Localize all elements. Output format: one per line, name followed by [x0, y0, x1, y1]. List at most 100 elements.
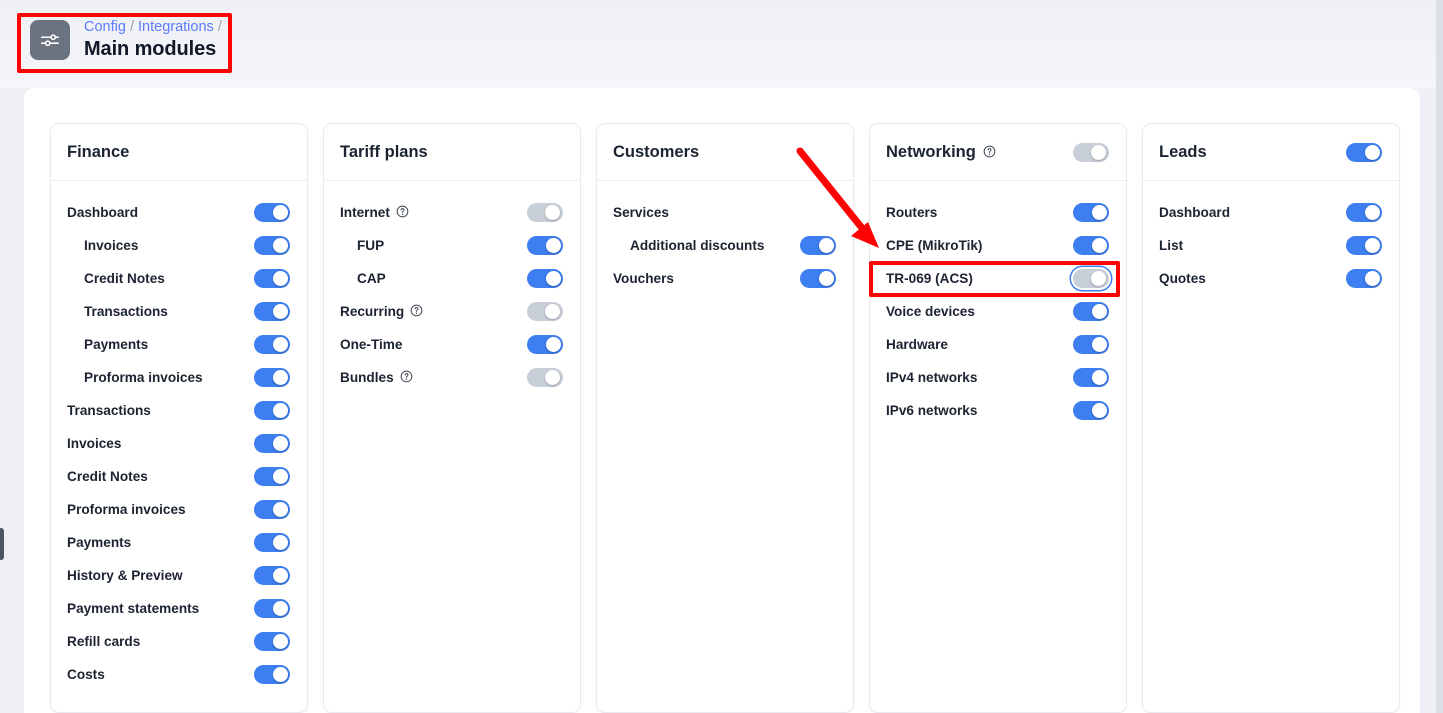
toggle-cap[interactable]: [527, 269, 563, 288]
module-row-payments[interactable]: Payments: [67, 328, 290, 361]
toggle-ipv6-networks[interactable]: [1073, 401, 1109, 420]
breadcrumb-header[interactable]: Config / Integrations / Main modules: [20, 13, 238, 67]
toggle-transactions[interactable]: [254, 401, 290, 420]
toggle-ipv4-networks[interactable]: [1073, 368, 1109, 387]
page-scrollbar-track[interactable]: [1436, 0, 1443, 713]
module-row-ipv6-networks[interactable]: IPv6 networks: [886, 394, 1109, 427]
module-row-history-preview[interactable]: History & Preview: [67, 559, 290, 592]
module-row-proforma-invoices[interactable]: Proforma invoices: [67, 493, 290, 526]
toggle-quotes[interactable]: [1346, 269, 1382, 288]
module-row-label: FUP: [357, 238, 384, 253]
module-row-dashboard[interactable]: Dashboard: [67, 196, 290, 229]
module-row-cap[interactable]: CAP: [340, 262, 563, 295]
module-row-text: Invoices: [84, 238, 139, 253]
module-row-label: Payments: [67, 535, 131, 550]
module-row-cpe-mikrotik[interactable]: CPE (MikroTik): [886, 229, 1109, 262]
toggle-knob: [273, 271, 288, 286]
module-row-label: Transactions: [67, 403, 151, 418]
module-row-additional-discounts[interactable]: Additional discounts: [613, 229, 836, 262]
module-row-vouchers[interactable]: Vouchers: [613, 262, 836, 295]
module-row-proforma-invoices[interactable]: Proforma invoices: [67, 361, 290, 394]
toggle-recurring[interactable]: [527, 302, 563, 321]
toggle-knob: [1091, 144, 1106, 160]
module-row-transactions[interactable]: Transactions: [67, 295, 290, 328]
toggle-credit-notes[interactable]: [254, 269, 290, 288]
toggle-history-preview[interactable]: [254, 566, 290, 585]
help-circle-icon[interactable]: [396, 205, 409, 218]
module-row-routers[interactable]: Routers: [886, 196, 1109, 229]
toggle-routers[interactable]: [1073, 203, 1109, 222]
module-row-label: Routers: [886, 205, 937, 220]
toggle-knob: [273, 205, 288, 220]
module-row-ipv4-networks[interactable]: IPv4 networks: [886, 361, 1109, 394]
module-row-voice-devices[interactable]: Voice devices: [886, 295, 1109, 328]
toggle-knob: [545, 370, 560, 385]
page-scrollbar-thumb[interactable]: [1436, 0, 1443, 713]
toggle-refill-cards[interactable]: [254, 632, 290, 651]
toggle-transactions[interactable]: [254, 302, 290, 321]
card-toggle-leads[interactable]: [1346, 142, 1382, 162]
toggle-cpe-mikrotik[interactable]: [1073, 236, 1109, 255]
toggle-invoices[interactable]: [254, 236, 290, 255]
module-row-one-time[interactable]: One-Time: [340, 328, 563, 361]
module-row-hardware[interactable]: Hardware: [886, 328, 1109, 361]
module-row-payments[interactable]: Payments: [67, 526, 290, 559]
toggle-proforma-invoices[interactable]: [254, 500, 290, 519]
module-row-text: FUP: [357, 238, 385, 253]
module-row-text: Routers: [886, 205, 938, 220]
toggle-knob: [545, 205, 560, 220]
module-row-dashboard[interactable]: Dashboard: [1159, 196, 1382, 229]
module-row-invoices[interactable]: Invoices: [67, 229, 290, 262]
module-row-invoices[interactable]: Invoices: [67, 427, 290, 460]
module-row-payment-statements[interactable]: Payment statements: [67, 592, 290, 625]
module-row-bundles[interactable]: Bundles: [340, 361, 563, 394]
module-row-tr-069-acs[interactable]: TR-069 (ACS): [886, 262, 1109, 295]
module-row-internet[interactable]: Internet: [340, 196, 563, 229]
module-row-label: IPv6 networks: [886, 403, 977, 418]
help-circle-icon[interactable]: [983, 145, 996, 158]
help-circle-icon[interactable]: [400, 370, 413, 383]
module-row-fup[interactable]: FUP: [340, 229, 563, 262]
module-card-tariff-plans: Tariff plans Internet FUP CAP Recurring One-T…: [323, 123, 581, 713]
toggle-payment-statements[interactable]: [254, 599, 290, 618]
module-row-text: TR-069 (ACS): [886, 271, 973, 286]
toggle-list[interactable]: [1346, 236, 1382, 255]
module-row-credit-notes[interactable]: Credit Notes: [67, 460, 290, 493]
toggle-bundles[interactable]: [527, 368, 563, 387]
module-row-transactions[interactable]: Transactions: [67, 394, 290, 427]
module-row-text: Dashboard: [1159, 205, 1231, 220]
module-row-label: One-Time: [340, 337, 402, 352]
toggle-proforma-invoices[interactable]: [254, 368, 290, 387]
toggle-dashboard[interactable]: [1346, 203, 1382, 222]
card-header: Networking: [870, 124, 1126, 181]
toggle-credit-notes[interactable]: [254, 467, 290, 486]
toggle-costs[interactable]: [254, 665, 290, 684]
toggle-internet[interactable]: [527, 203, 563, 222]
module-row-recurring[interactable]: Recurring: [340, 295, 563, 328]
card-toggle-networking[interactable]: [1073, 142, 1109, 162]
toggle-vouchers[interactable]: [800, 269, 836, 288]
toggle-payments[interactable]: [254, 533, 290, 552]
sidebar-collapse-handle[interactable]: [0, 528, 4, 560]
help-circle-icon[interactable]: [410, 304, 423, 317]
toggle-hardware[interactable]: [1073, 335, 1109, 354]
module-row-list[interactable]: List: [1159, 229, 1382, 262]
module-row-credit-notes[interactable]: Credit Notes: [67, 262, 290, 295]
card-title-label: Leads: [1159, 142, 1207, 161]
module-row-quotes[interactable]: Quotes: [1159, 262, 1382, 295]
toggle-voice-devices[interactable]: [1073, 302, 1109, 321]
toggle-tr-069-acs[interactable]: [1073, 269, 1109, 288]
breadcrumb-item-integrations[interactable]: Integrations: [138, 19, 214, 35]
content-panel: Finance Dashboard Invoices Credit Notes Tran…: [24, 88, 1420, 713]
toggle-payments[interactable]: [254, 335, 290, 354]
breadcrumb-text: Config / Integrations / Main modules: [84, 19, 222, 61]
toggle-fup[interactable]: [527, 236, 563, 255]
module-row-costs[interactable]: Costs: [67, 658, 290, 691]
toggle-invoices[interactable]: [254, 434, 290, 453]
toggle-one-time[interactable]: [527, 335, 563, 354]
module-row-refill-cards[interactable]: Refill cards: [67, 625, 290, 658]
toggle-dashboard[interactable]: [254, 203, 290, 222]
module-row-label: Bundles: [340, 370, 413, 385]
toggle-additional-discounts[interactable]: [800, 236, 836, 255]
breadcrumb-item-config[interactable]: Config: [84, 19, 126, 35]
